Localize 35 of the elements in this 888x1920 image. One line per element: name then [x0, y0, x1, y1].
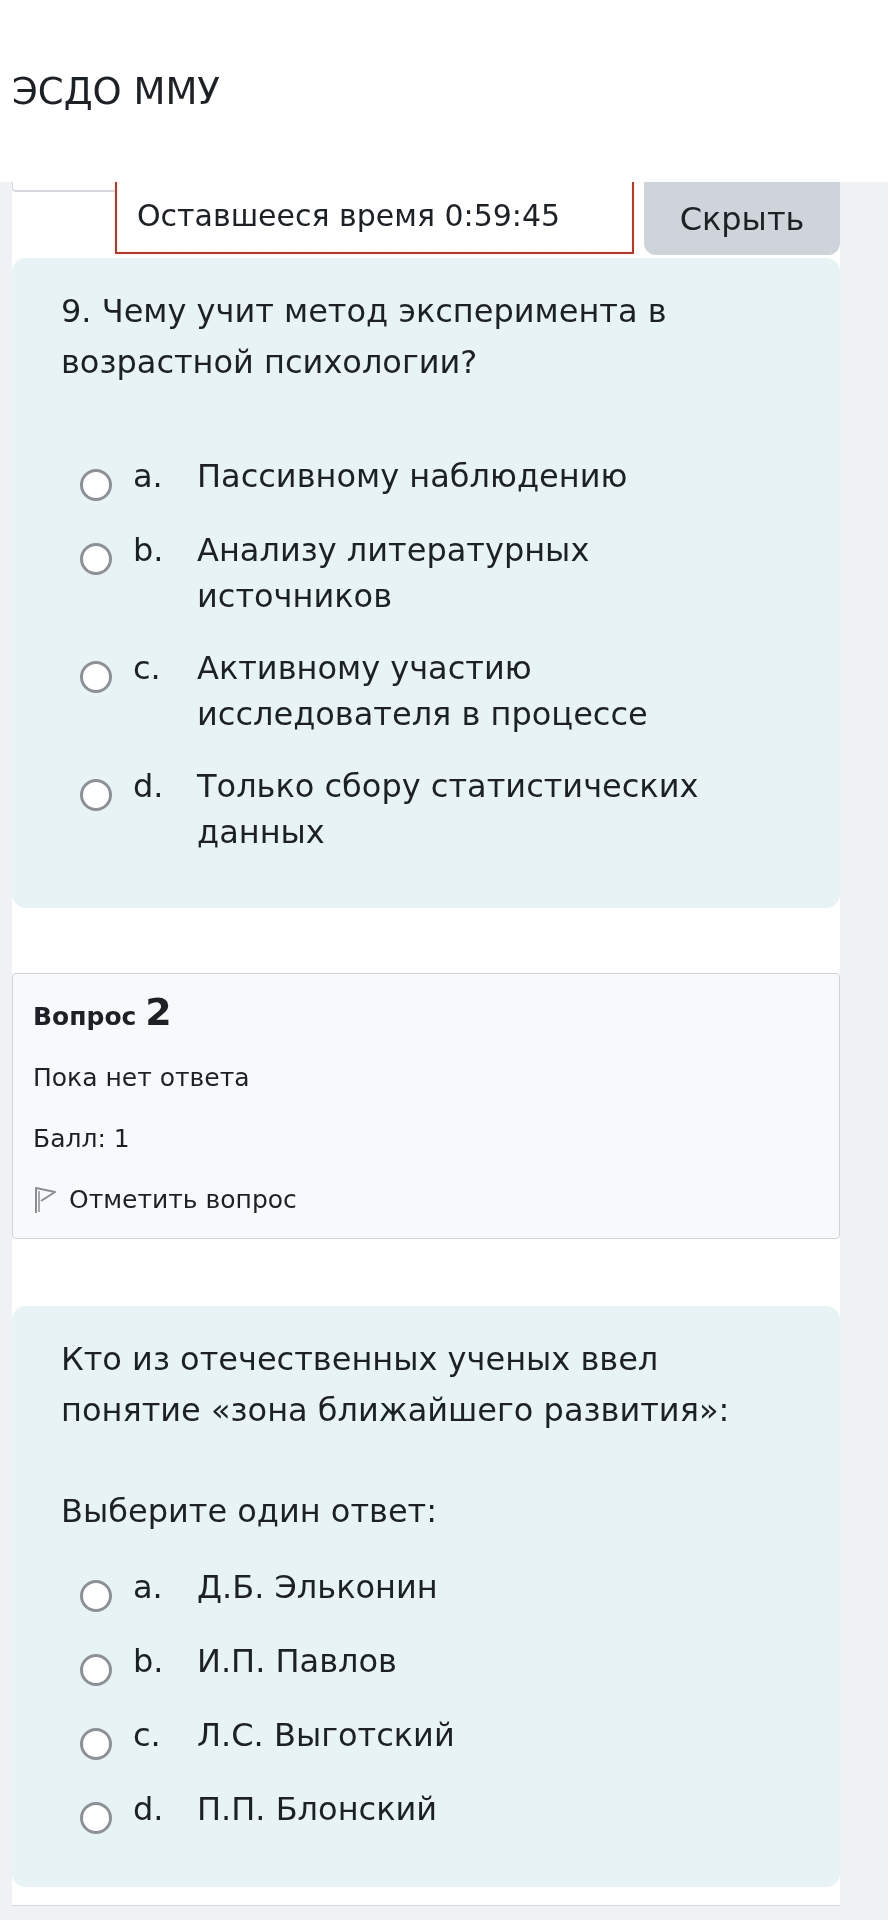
answer-label[interactable]: Анализу литературных источников [197, 527, 752, 619]
question-text: 9. Чему учит метод эксперимента в возрастной психологии? [61, 291, 668, 383]
answer-label[interactable]: И.П. Павлов [197, 1638, 752, 1684]
radio-button[interactable] [80, 1654, 112, 1686]
radio-button[interactable] [80, 469, 112, 501]
option-letter: c. [133, 648, 162, 689]
radio-button[interactable] [80, 1728, 112, 1760]
flag-question-link[interactable]: Отметить вопрос [33, 1180, 297, 1220]
answer-label[interactable]: Пассивному наблюдению [197, 453, 752, 499]
answer-label[interactable]: П.П. Блонский [197, 1786, 752, 1832]
grade-text: Балл: 1 [33, 1123, 130, 1155]
option-letter: b. [133, 530, 165, 571]
time-remaining-display: Оставшееся время 0:59:45 [115, 182, 634, 254]
radio-button[interactable] [80, 779, 112, 811]
radio-button[interactable] [80, 661, 112, 693]
radio-button[interactable] [80, 1802, 112, 1834]
answer-label[interactable]: Только сбору статистических данных [197, 763, 752, 855]
site-title[interactable]: ЭСДО ММУ [12, 70, 220, 114]
radio-button[interactable] [80, 543, 112, 575]
answer-label[interactable]: Активному участию исследователя в процессе [197, 645, 752, 737]
answer-label[interactable]: Л.С. Выготский [197, 1712, 752, 1758]
option-letter: a. [133, 1567, 164, 1608]
answer-status-text: Пока нет ответа [33, 1062, 250, 1094]
flag-icon [33, 1186, 57, 1214]
radio-button[interactable] [80, 1580, 112, 1612]
question-number-heading: Вопрос 2 [33, 992, 172, 1036]
question-text: Кто из отечественных ученых ввел понятие «зона ближайшего развития»: [61, 1339, 731, 1431]
option-letter: a. [133, 456, 164, 497]
answer-prompt: Выберите один ответ: [61, 1491, 439, 1532]
option-letter: c. [133, 1715, 162, 1756]
option-letter: d. [133, 1789, 165, 1830]
option-letter: b. [133, 1641, 165, 1682]
hide-button[interactable]: Скрыть [644, 182, 840, 255]
answer-label[interactable]: Д.Б. Эльконин [197, 1564, 752, 1610]
option-letter: d. [133, 766, 165, 807]
